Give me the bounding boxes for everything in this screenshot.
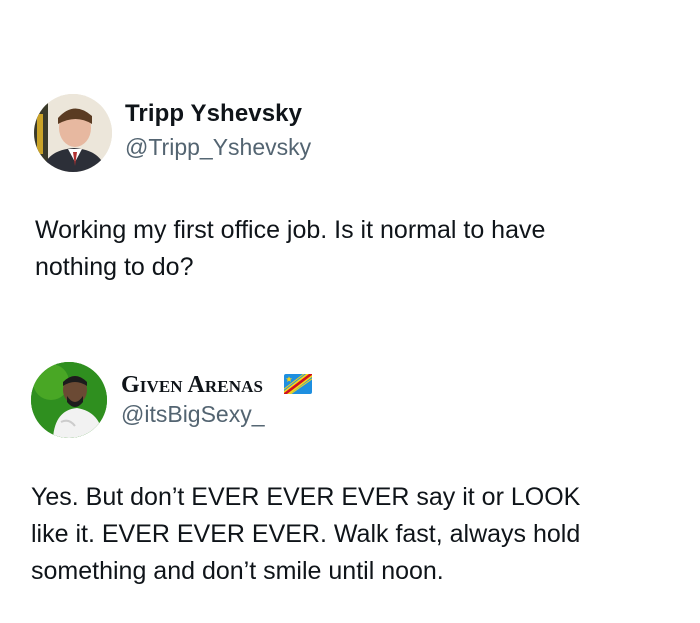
tweet-text: Working my first office job. Is it norma…	[35, 216, 546, 281]
display-name[interactable]: Tripp Yshevsky	[125, 100, 302, 128]
dr-congo-flag-icon	[284, 374, 312, 394]
user-handle[interactable]: @itsBigSexy_	[121, 401, 265, 428]
display-name[interactable]: Given Arenas	[121, 372, 263, 399]
user-handle[interactable]: @Tripp_Yshevsky	[125, 134, 311, 161]
avatar[interactable]	[34, 94, 112, 172]
avatar-photo-icon	[31, 362, 107, 438]
avatar[interactable]	[31, 362, 107, 438]
tweet-text: Yes. But don’t EVER EVER EVER say it or …	[31, 483, 581, 585]
avatar-photo-icon	[34, 94, 112, 172]
